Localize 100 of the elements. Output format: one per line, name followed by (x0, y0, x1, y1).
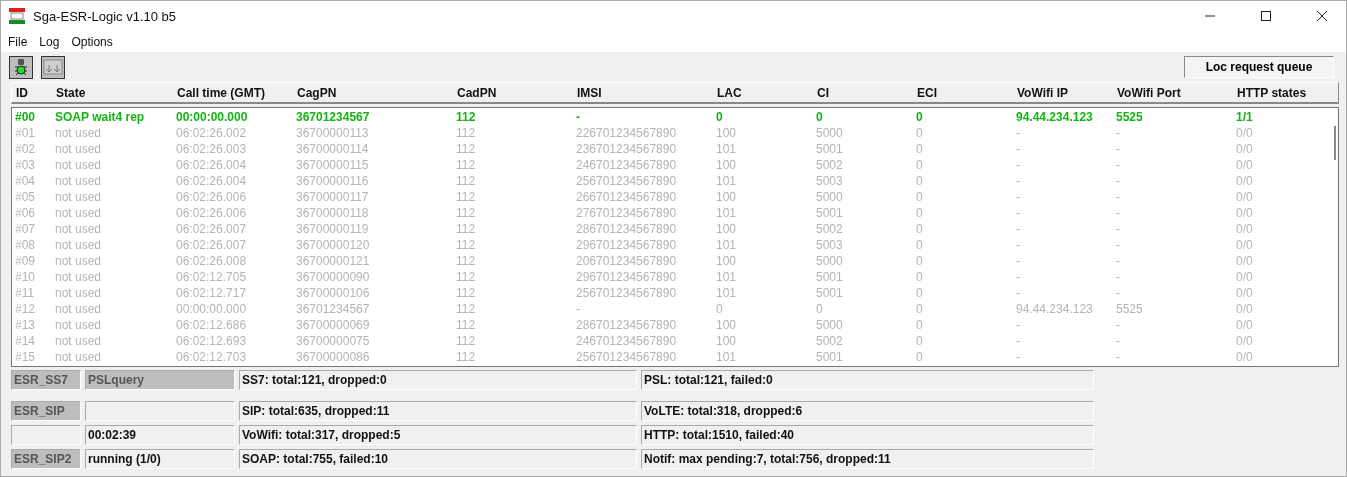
table-cell-text: - (1016, 334, 1021, 348)
column-header[interactable]: ECI (917, 85, 1017, 100)
column-header[interactable]: CadPN (457, 85, 577, 100)
table-cell-text: 256701234567890 (576, 350, 678, 364)
table-cell-text: 94.44.234.123 (1016, 110, 1094, 124)
table-cell-text: - (1016, 190, 1021, 204)
table-cell-text: not used (55, 254, 103, 268)
table-cell-text: 112 (456, 238, 477, 252)
table-cell-text: 00:00:00.000 (176, 302, 248, 316)
table-cell-text: not used (55, 158, 103, 172)
status-panel: Notif: max pending:7, total:756, dropped:11 (641, 449, 1094, 469)
menu-item[interactable]: Options (71, 34, 113, 49)
table-cell-text: 36700000118 (296, 206, 370, 220)
table-cell-text: - (1116, 334, 1121, 348)
table-cell-text: - (1016, 126, 1021, 140)
table-cell-text: 06:02:26.004 (176, 174, 248, 188)
table-cell-text: not used (55, 270, 103, 284)
traffic-light-icon (13, 58, 29, 76)
column-header[interactable]: LAC (717, 85, 817, 100)
scrollbar-thumb[interactable] (1334, 126, 1336, 160)
column-header[interactable]: State (56, 85, 177, 100)
table-cell-text: - (1016, 286, 1021, 300)
table-cell-text: - (1116, 238, 1121, 252)
table-cell-text: 0/0 (1236, 350, 1254, 364)
table-cell-text: 112 (456, 222, 477, 236)
table-cell-text: 0 (716, 110, 724, 124)
table-cell-text: 06:02:26.004 (176, 158, 248, 172)
status-panel: SIP: total:635, dropped:11 (239, 401, 637, 421)
table-cell-text: 101 (716, 174, 738, 188)
table-cell-text: 0 (916, 206, 924, 220)
table-cell-text: 256701234567890 (576, 286, 678, 300)
down-arrows-icon (43, 59, 63, 75)
menu-item[interactable]: Log (39, 34, 60, 49)
table-cell-text: - (1016, 142, 1021, 156)
column-header[interactable]: CagPN (297, 85, 457, 100)
table-cell-text: 0 (916, 270, 924, 284)
table-cell-text: SOAP wait4 rep (55, 110, 146, 124)
column-header[interactable]: VoWifi Port (1117, 85, 1237, 100)
table-cell-text: - (576, 110, 581, 124)
table-cell-text: - (1116, 158, 1121, 172)
table-cell-text: #00 (15, 110, 37, 124)
column-header[interactable]: Call time (GMT) (177, 85, 297, 100)
maximize-icon[interactable] (1260, 10, 1272, 22)
table-cell-text: 0/0 (1236, 190, 1254, 204)
column-header[interactable]: ID (16, 85, 56, 100)
table-cell-text: 36700000086 (296, 350, 371, 364)
table-cell-text: #05 (15, 190, 37, 204)
column-header[interactable]: VoWifi IP (1017, 85, 1117, 100)
table-cell-text: #09 (15, 254, 37, 268)
table-cell-text: 0/0 (1236, 158, 1254, 172)
status-panel: 00:02:39 (85, 425, 235, 445)
table-cell-text: 0 (916, 158, 924, 172)
table-cell-text: 0 (916, 142, 924, 156)
column-header[interactable]: CI (817, 85, 917, 100)
table-cell-text: 112 (456, 190, 477, 204)
table-cell-text: 06:02:26.007 (176, 238, 248, 252)
traffic-light-button[interactable] (9, 55, 33, 79)
table-cell-text: 0 (916, 334, 924, 348)
table-cell-text: 0 (916, 238, 924, 252)
table-cell-text: 100 (716, 334, 738, 348)
table-cell-text: 101 (716, 286, 738, 300)
table-cell-text: 5000 (816, 254, 844, 268)
table-cell-text: 5002 (816, 334, 844, 348)
table-cell-text: not used (55, 174, 103, 188)
table-cell-text: #07 (15, 222, 37, 236)
table-cell-text: 266701234567890 (576, 190, 678, 204)
auto-scroll-button[interactable] (41, 55, 65, 79)
table-cell-text: 0 (916, 302, 924, 316)
status-panel: HTTP: total:1510, failed:40 (641, 425, 1094, 445)
status-panel: running (1/0) (85, 449, 235, 469)
table-cell-text: 112 (456, 126, 477, 140)
loc-request-queue-button[interactable]: Loc request queue (1184, 56, 1334, 78)
table-cell-text: not used (55, 206, 103, 220)
table-cell-text: #02 (15, 142, 37, 156)
table-cell-text: #12 (15, 302, 37, 316)
table-cell-text: not used (55, 334, 103, 348)
table-cell-text: 112 (456, 206, 477, 220)
status-panel: PSL: total:121, failed:0 (641, 370, 1094, 390)
table-cell-text: - (576, 302, 581, 316)
column-header[interactable]: IMSI (577, 85, 717, 100)
table-cell-text: 5001 (816, 286, 844, 300)
status-panel: PSLquery (85, 370, 235, 390)
close-icon[interactable] (1316, 10, 1328, 22)
table-cell-text: 06:02:26.008 (176, 254, 248, 268)
table-cell-text: 0 (916, 174, 924, 188)
table-cell-text: 5003 (816, 174, 844, 188)
table-cell-text: 0 (916, 318, 924, 332)
table-cell-text: - (1116, 254, 1121, 268)
table-cell-text: not used (55, 350, 103, 364)
menu-item[interactable]: File (8, 34, 28, 49)
table-cell-text: - (1016, 350, 1021, 364)
column-header[interactable]: HTTP states (1237, 85, 1327, 100)
table-cell-text: - (1016, 270, 1021, 284)
table-cell-text: 100 (716, 126, 738, 140)
table-cell-text: 112 (456, 270, 477, 284)
table-cell-text: 112 (456, 142, 477, 156)
table-cell-text: 0 (716, 302, 724, 316)
table-cell-text: - (1016, 318, 1021, 332)
table-cell-text: 112 (456, 334, 477, 348)
table-cell-text: - (1016, 174, 1021, 188)
